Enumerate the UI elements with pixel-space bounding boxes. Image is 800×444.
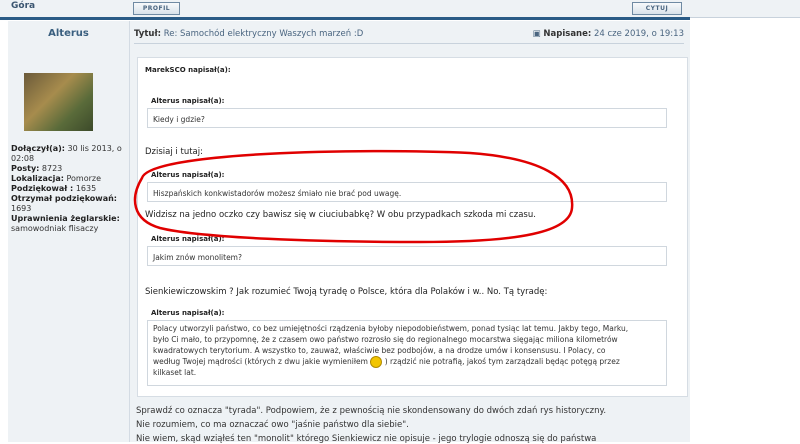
post-text: Dzisiaj i tutaj: [145,147,203,157]
quote-box: Hiszpańskich konkwistadorów możesz śmiał… [147,182,667,202]
profile-button[interactable]: PROFIL [133,2,180,15]
quote-author: Alterus napisał(a): [151,235,225,243]
author-name[interactable]: Alterus [8,28,129,39]
stat-label: Dołączył(a): [11,144,65,153]
post-text: Nie wiem, skąd wziąłeś ten "monolit" któ… [136,434,597,444]
date-value: 24 cze 2019, o 19:13 [593,29,684,39]
title-separator [134,43,684,44]
stat-label: Lokalizacja: [11,174,64,183]
title-label: Tytuł: [134,29,161,39]
stat-label: Posty: [11,164,40,173]
post-title-row: Tytuł: Re: Samochód elektryczny Waszych … [134,29,684,39]
top-link[interactable]: Góra [11,1,35,11]
quote-button[interactable]: CYTUJ [632,2,682,15]
stat-label: Podziękował : [11,184,74,193]
post-divider [0,17,690,20]
stat-label: Otrzymał podziękowań: [11,194,117,203]
quote-line: było Ci mało, to przypomnę, że z czasem … [153,334,618,344]
post-icon[interactable]: ▣ [533,29,541,39]
author-stats: Dołączył(a): 30 lis 2013, o 02:08 Posty:… [11,144,129,234]
stat-label: Uprawnienia żeglarskie: [11,214,120,223]
stat-value: Pomorze [66,174,102,183]
post-text: Widzisz na jedno oczko czy bawisz się w … [145,210,536,220]
quote-box: Kiedy i gdzie? [147,108,667,128]
post-date: ▣ Napisane: 24 cze 2019, o 19:13 [533,29,684,39]
post-text: Nie rozumiem, co ma oznaczać owo "jaśnie… [136,420,409,430]
post-text: Sprawdź co oznacza "tyrada". Podpowiem, … [136,406,607,416]
quote-line: według Twojej mądrości (których z dwu ja… [153,357,368,367]
author-panel: Alterus Dołączył(a): 30 lis 2013, o 02:0… [8,21,130,442]
quote-line: kwadratowych terytorium. A wszystko to, … [153,345,606,355]
stat-value: 1635 [75,184,97,193]
avatar [24,73,93,131]
quote-line: kilkaset lat. [153,368,197,378]
quote-line: Polacy utworzyli państwo, co bez umiejęt… [153,324,629,333]
quote-box: Jakim znów monolitem? [147,246,667,266]
quote-author: Alterus napisał(a): [151,97,225,105]
stat-value: 1693 [11,204,32,213]
quote-line: ) rządzić nie potrafią, jakoś tym zarząd… [384,357,620,367]
date-label: Napisane: [543,29,592,39]
stat-value: samowodniak flisaczy [11,224,99,233]
top-bar: Góra PROFIL CYTUJ [0,0,800,18]
quote-box: Polacy utworzyli państwo, co bez umiejęt… [147,320,667,386]
stat-value[interactable]: 8723 [42,164,62,173]
quote-author: Alterus napisał(a): [151,309,225,317]
post-title[interactable]: Re: Samochód elektryczny Waszych marzeń … [164,29,364,39]
post-text: Sienkiewiczowskim ? Jak rozumieć Twoją t… [145,287,548,297]
smiley-icon [370,356,383,369]
quote-author: MarekSCO napisał(a): [145,66,231,74]
quote-author: Alterus napisał(a): [151,171,225,179]
